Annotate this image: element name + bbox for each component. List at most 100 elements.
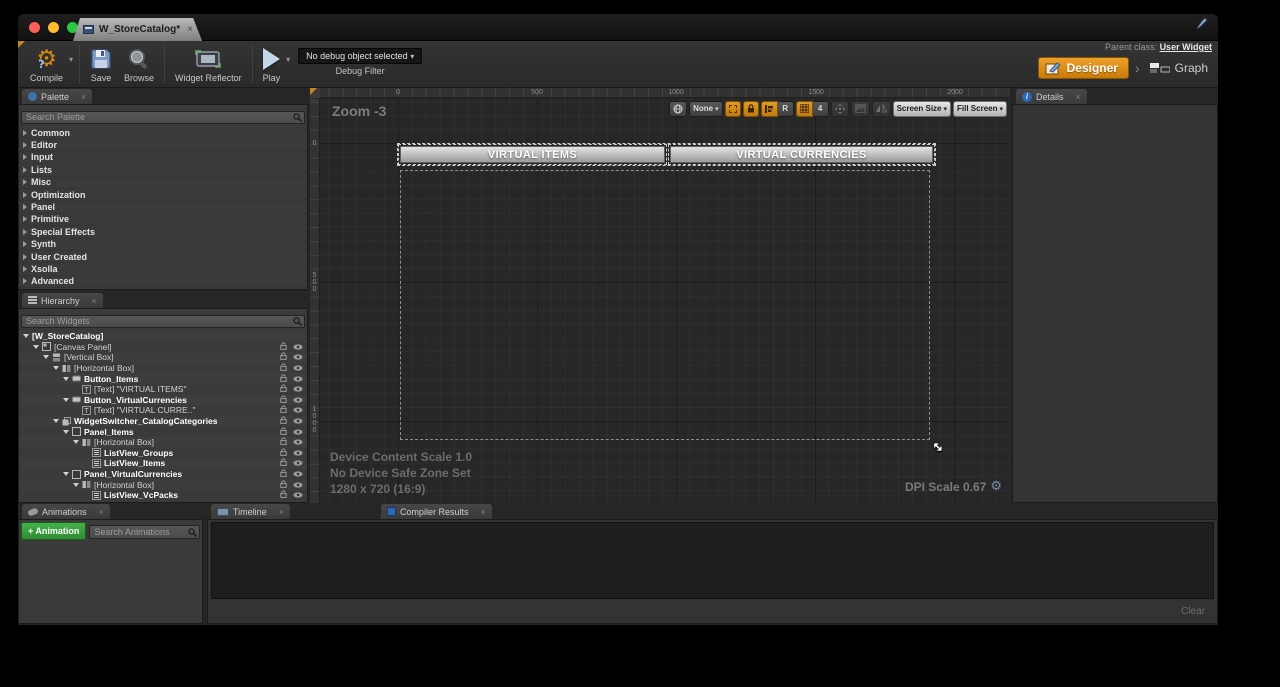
hierarchy-row[interactable]: T[Text] "VIRTUAL ITEMS" (19, 384, 307, 395)
lock-icon[interactable] (280, 458, 287, 468)
palette-category-primitive[interactable]: Primitive (19, 214, 307, 226)
palette-category-user-created[interactable]: User Created (19, 251, 307, 263)
design-button-virtual-currencies[interactable]: VIRTUAL CURRENCIES (670, 146, 933, 163)
lock-icon[interactable] (280, 448, 287, 458)
asset-tab[interactable]: W_StoreCatalog* × (73, 18, 202, 41)
hierarchy-row[interactable]: ListView_Items (19, 458, 307, 469)
lock-icon[interactable] (280, 363, 287, 373)
compiler-output-area[interactable] (211, 522, 1214, 599)
palette-category-common[interactable]: Common (19, 127, 307, 139)
hierarchy-row[interactable]: Button_Items (19, 373, 307, 384)
screen-size-dropdown[interactable]: Screen Size ▾ (893, 101, 951, 117)
localization-culture-dropdown[interactable]: None ▾ (689, 101, 723, 117)
visibility-eye-icon[interactable] (293, 480, 303, 490)
palette-tab-close-icon[interactable]: × (81, 92, 86, 102)
expander-icon[interactable] (63, 377, 69, 381)
palette-category-input[interactable]: Input (19, 152, 307, 164)
compile-button[interactable]: ⚙? Compile (24, 45, 69, 84)
localization-preview-button[interactable] (669, 101, 687, 117)
lock-icon[interactable] (280, 480, 287, 490)
palette-category-advanced[interactable]: Advanced (19, 276, 307, 288)
designer-mode-button[interactable]: Designer (1038, 57, 1129, 79)
parent-class-link[interactable]: User Widget (1160, 42, 1212, 52)
expander-icon[interactable] (53, 366, 59, 370)
hierarchy-row[interactable]: [W_StoreCatalog] (19, 331, 307, 342)
timeline-tab-close-icon[interactable]: × (279, 507, 284, 517)
outline-toggle[interactable] (725, 101, 741, 117)
hierarchy-row[interactable]: WidgetSwitcher_CatalogCategories (19, 416, 307, 427)
hierarchy-row[interactable]: [Canvas Panel] (19, 342, 307, 353)
visibility-eye-icon[interactable] (293, 395, 303, 405)
lock-widgets-toggle[interactable] (743, 101, 759, 117)
visibility-eye-icon[interactable] (293, 427, 303, 437)
hierarchy-row[interactable]: Button_VirtualCurrencies (19, 395, 307, 406)
grid-snap-size-button[interactable]: 4 (813, 101, 829, 117)
fill-screen-dropdown[interactable]: Fill Screen ▾ (953, 101, 1007, 117)
hierarchy-row[interactable]: ListView_Groups (19, 448, 307, 459)
minimize-window-button[interactable] (48, 22, 59, 33)
palette-category-special-effects[interactable]: Special Effects (19, 226, 307, 238)
lock-icon[interactable] (280, 395, 287, 405)
visibility-eye-icon[interactable] (293, 437, 303, 447)
compiler-results-tab-close-icon[interactable]: × (480, 507, 485, 517)
expander-icon[interactable] (63, 430, 69, 434)
expander-icon[interactable] (53, 419, 59, 423)
preview-background-button[interactable] (851, 101, 870, 117)
resize-to-screen-button[interactable] (831, 101, 849, 117)
play-button[interactable]: Play (257, 45, 287, 84)
design-surface[interactable]: Zoom -3 None ▾ (320, 98, 1010, 503)
visibility-eye-icon[interactable] (293, 458, 303, 468)
hierarchy-row[interactable]: ListView_VcPacks (19, 490, 307, 501)
expander-icon[interactable] (43, 355, 49, 359)
visibility-eye-icon[interactable] (293, 352, 303, 362)
design-button-virtual-items[interactable]: VIRTUAL ITEMS (400, 146, 665, 163)
expander-icon[interactable] (23, 229, 27, 235)
gear-icon[interactable]: ⚙ (990, 479, 1002, 494)
palette-category-optimization[interactable]: Optimization (19, 189, 307, 201)
hierarchy-row[interactable]: T[Text] "VIRTUAL CURRE.." (19, 405, 307, 416)
visibility-eye-icon[interactable] (293, 405, 303, 415)
expander-icon[interactable] (23, 179, 27, 185)
expander-icon[interactable] (73, 483, 79, 487)
hierarchy-row[interactable]: Panel_Items (19, 426, 307, 437)
animations-tab-close-icon[interactable]: × (99, 507, 104, 517)
visibility-eye-icon[interactable] (293, 374, 303, 384)
hierarchy-row[interactable]: [Vertical Box] (19, 352, 307, 363)
rule-origin-button[interactable]: R (778, 101, 794, 117)
expander-icon[interactable] (23, 278, 27, 284)
lock-icon[interactable] (280, 490, 287, 500)
expander-icon[interactable] (23, 192, 27, 198)
lock-icon[interactable] (280, 469, 287, 479)
expander-icon[interactable] (63, 398, 69, 402)
compile-options-caret-icon[interactable]: ▾ (69, 55, 73, 64)
expander-icon[interactable] (73, 440, 79, 444)
expander-icon[interactable] (23, 334, 29, 338)
lock-icon[interactable] (280, 352, 287, 362)
expander-icon[interactable] (23, 154, 27, 160)
widget-reflector-button[interactable]: Widget Reflector (169, 45, 248, 84)
dpi-scale-control[interactable]: DPI Scale 0.67 ⚙ (905, 479, 1002, 494)
palette-tab[interactable]: Palette × (22, 89, 92, 104)
palette-category-misc[interactable]: Misc (19, 177, 307, 189)
play-options-caret-icon[interactable]: ▾ (286, 55, 290, 64)
expander-icon[interactable] (23, 216, 27, 222)
visibility-eye-icon[interactable] (293, 384, 303, 394)
alignment-toggle[interactable] (761, 101, 778, 117)
palette-category-editor[interactable]: Editor (19, 139, 307, 151)
hierarchy-tab-close-icon[interactable]: × (92, 296, 97, 306)
save-button[interactable]: Save (84, 45, 118, 84)
flip-preview-button[interactable] (872, 101, 891, 117)
lock-icon[interactable] (280, 342, 287, 352)
expander-icon[interactable] (33, 345, 39, 349)
lock-icon[interactable] (280, 427, 287, 437)
lock-icon[interactable] (280, 405, 287, 415)
visibility-eye-icon[interactable] (293, 490, 303, 500)
palette-category-lists[interactable]: Lists (19, 164, 307, 176)
hierarchy-tab[interactable]: Hierarchy × (22, 293, 103, 308)
grid-snap-toggle[interactable] (796, 101, 813, 117)
visibility-eye-icon[interactable] (293, 342, 303, 352)
palette-category-synth[interactable]: Synth (19, 239, 307, 251)
hierarchy-row[interactable]: Panel_VirtualCurrencies (19, 469, 307, 480)
graph-mode-button[interactable]: Graph (1146, 58, 1212, 78)
lock-icon[interactable] (280, 374, 287, 384)
